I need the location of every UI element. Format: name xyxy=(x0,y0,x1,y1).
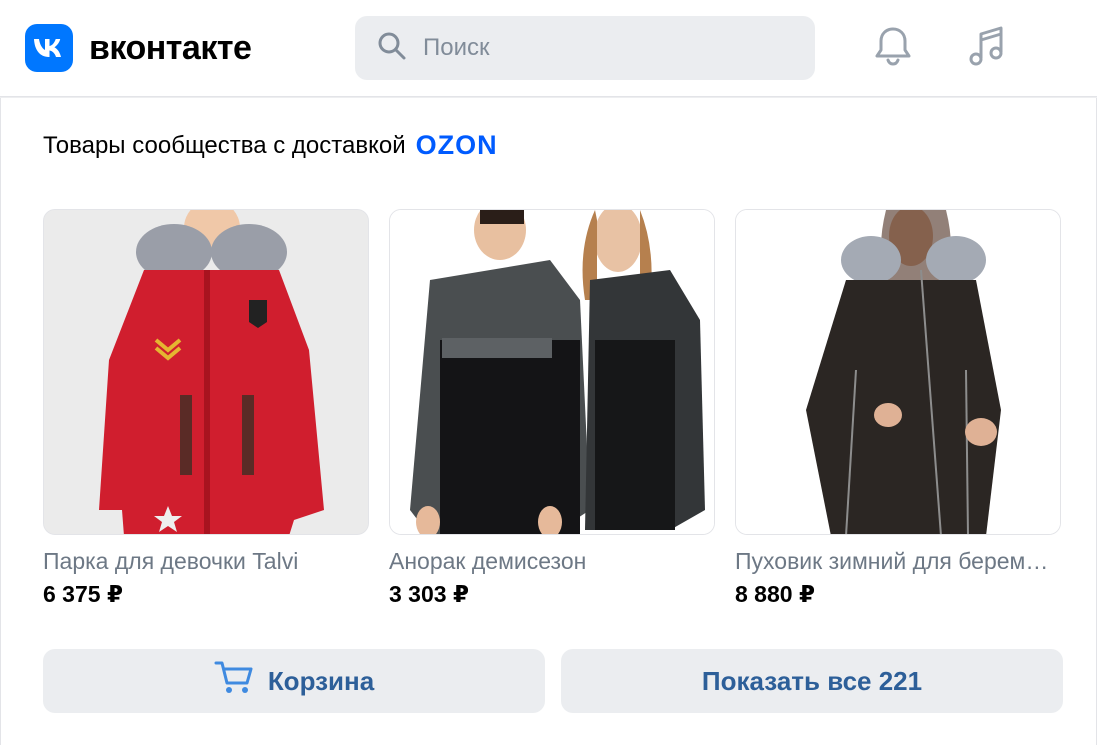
product-image[interactable] xyxy=(735,209,1061,535)
vk-logo[interactable]: вконтакте xyxy=(25,24,252,72)
product-name[interactable]: Пуховик зимний для беременных xyxy=(735,548,1061,575)
cart-button-label: Корзина xyxy=(267,665,375,696)
music-icon xyxy=(967,24,1007,73)
cart-button[interactable]: Корзина xyxy=(43,649,545,713)
product-card[interactable]: Пуховик зимний для беременных 8 880 ₽ xyxy=(735,209,1061,608)
top-bar: вконтакте xyxy=(0,0,1097,97)
notifications-button[interactable] xyxy=(870,25,916,71)
product-name[interactable]: Анорак демисезон xyxy=(389,548,715,575)
vk-logo-icon xyxy=(25,24,73,72)
section-title-text: Товары сообщества с доставкой xyxy=(43,131,406,159)
product-price: 8 880 ₽ xyxy=(735,581,815,607)
product-image[interactable] xyxy=(389,209,715,535)
cart-icon xyxy=(214,660,254,703)
search-icon xyxy=(377,31,407,66)
market-block: Товары сообщества с доставкой OZON Парка… xyxy=(0,98,1097,745)
product-card[interactable]: Парка для девочки Talvi 6 375 ₽ xyxy=(43,209,369,608)
show-all-button-label: Показать все 221 xyxy=(701,665,923,696)
product-name[interactable]: Парка для девочки Talvi xyxy=(43,548,369,575)
vk-logo-text: вконтакте xyxy=(89,28,252,67)
bell-icon xyxy=(873,25,913,72)
product-price: 6 375 ₽ xyxy=(43,581,123,607)
product-image[interactable] xyxy=(43,209,369,535)
product-card[interactable]: Анорак демисезон 3 303 ₽ xyxy=(389,209,715,608)
show-all-button[interactable]: Показать все 221 xyxy=(561,649,1063,713)
music-button[interactable] xyxy=(964,25,1010,71)
section-title: Товары сообщества с доставкой OZON xyxy=(43,130,498,161)
ozon-logo[interactable]: OZON xyxy=(416,130,498,161)
product-price: 3 303 ₽ xyxy=(389,581,469,607)
search-box[interactable] xyxy=(355,16,815,80)
search-input[interactable] xyxy=(423,34,803,62)
